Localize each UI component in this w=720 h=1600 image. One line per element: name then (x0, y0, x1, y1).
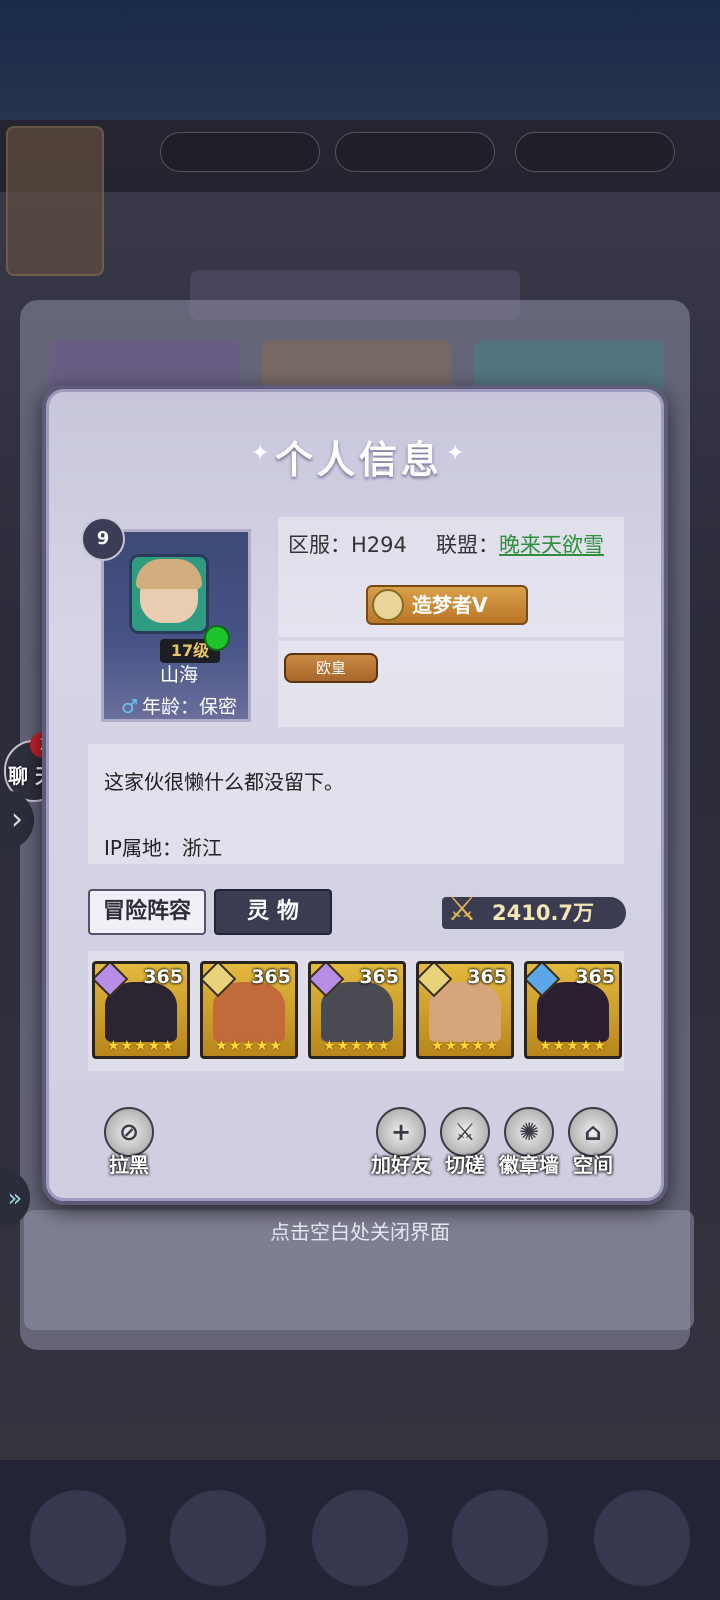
alliance-prefix: 联盟： (436, 533, 499, 557)
hero-card[interactable]: 365 ★★★★★ (308, 961, 406, 1059)
online-status-icon (204, 625, 230, 651)
block-label: 拉黑 (109, 1153, 149, 1177)
hero-stars: ★★★★★ (107, 1038, 175, 1054)
bio-text: 这家伙很懒什么都没留下。 (104, 770, 344, 794)
hero-level: 365 (359, 966, 399, 988)
player-portrait-card[interactable]: 17级 山海 ♂ 年龄：保密 (101, 529, 251, 722)
hero-stars: ★★★★★ (539, 1038, 607, 1054)
age-text: 年龄：保密 (142, 696, 238, 718)
duel-label: 切磋 (445, 1153, 485, 1177)
space-button[interactable]: ⌂ 空间 (558, 1107, 628, 1178)
hero-card[interactable]: 365 ★★★★★ (92, 961, 190, 1059)
background-resource-pill (515, 132, 675, 172)
block-button[interactable]: ⊘ 拉黑 (94, 1107, 164, 1178)
space-label: 空间 (573, 1153, 613, 1177)
hero-level: 365 (143, 966, 183, 988)
title-badge[interactable]: 造梦者V (366, 585, 528, 625)
title-badge-label: 造梦者V (412, 593, 488, 617)
background-nav-icon (170, 1490, 266, 1586)
hero-level: 365 (467, 966, 507, 988)
sword-power-icon: ⚔ (446, 889, 478, 929)
title-emblem-icon (372, 589, 404, 621)
hero-stars: ★★★★★ (215, 1038, 283, 1054)
server-alliance-row: 区服：H294 联盟：晚来天欲雪 (278, 517, 624, 573)
title-row: 造梦者V (278, 573, 624, 637)
modal-title: 个人信息 (274, 438, 443, 482)
hero-level: 365 (251, 966, 291, 988)
avatar-hair (136, 559, 202, 589)
ip-location: IP属地：浙江 (104, 836, 222, 860)
male-icon: ♂ (120, 696, 139, 718)
add-friend-button[interactable]: + 加好友 (366, 1107, 436, 1178)
badge-wall-label: 徽章墙 (499, 1153, 559, 1177)
hero-card[interactable]: 365 ★★★★★ (200, 961, 298, 1059)
sparkle-icon: ✦ (446, 441, 465, 466)
background-player-avatar (6, 126, 104, 276)
background-nav-icon (30, 1490, 126, 1586)
tags-row: 欧皇 (278, 641, 624, 727)
hero-card[interactable]: 365 ★★★★★ (524, 961, 622, 1059)
tab-spirit-items[interactable]: 灵 物 (214, 889, 332, 935)
hero-stars: ★★★★★ (323, 1038, 391, 1054)
duel-button[interactable]: ⚔ 切磋 (430, 1107, 500, 1178)
hero-card[interactable]: 365 ★★★★★ (416, 961, 514, 1059)
tag-pill: 欧皇 (284, 653, 378, 683)
hero-stars: ★★★★★ (431, 1038, 499, 1054)
alliance-link[interactable]: 晚来天欲雪 (499, 533, 604, 557)
background-resource-pill (335, 132, 495, 172)
hero-lineup: 365 ★★★★★ 365 ★★★★★ 365 ★★★★★ 365 ★★★★★ … (88, 951, 624, 1071)
background-sky (0, 0, 720, 120)
background-nav-icon (452, 1490, 548, 1586)
alliance-label: 联盟：晚来天欲雪 (436, 529, 604, 559)
server-label: 区服：H294 (288, 533, 407, 557)
background-nav-icon (594, 1490, 690, 1586)
close-hint[interactable]: 点击空白处关闭界面 (0, 1216, 720, 1245)
player-name: 山海 (159, 664, 198, 686)
avatar: 17级 (129, 554, 230, 663)
tab-adventure-lineup[interactable]: 冒险阵容 (88, 889, 206, 935)
background-nav-icon (312, 1490, 408, 1586)
player-age-line: ♂ 年龄：保密 (104, 692, 254, 719)
player-level-badge: 9 (81, 517, 125, 561)
background-resource-pill (160, 132, 320, 172)
add-friend-label: 加好友 (371, 1153, 431, 1177)
profile-modal: ✦ 个人信息 ✦ 17级 山海 ♂ 年龄：保密 9 区服：H294 联盟：晚来天欲… (42, 385, 668, 1205)
hero-level: 365 (575, 966, 615, 988)
badge-wall-button[interactable]: ✺ 徽章墙 (494, 1107, 564, 1178)
bio-box: 这家伙很懒什么都没留下。 IP属地：浙江 (88, 744, 624, 864)
